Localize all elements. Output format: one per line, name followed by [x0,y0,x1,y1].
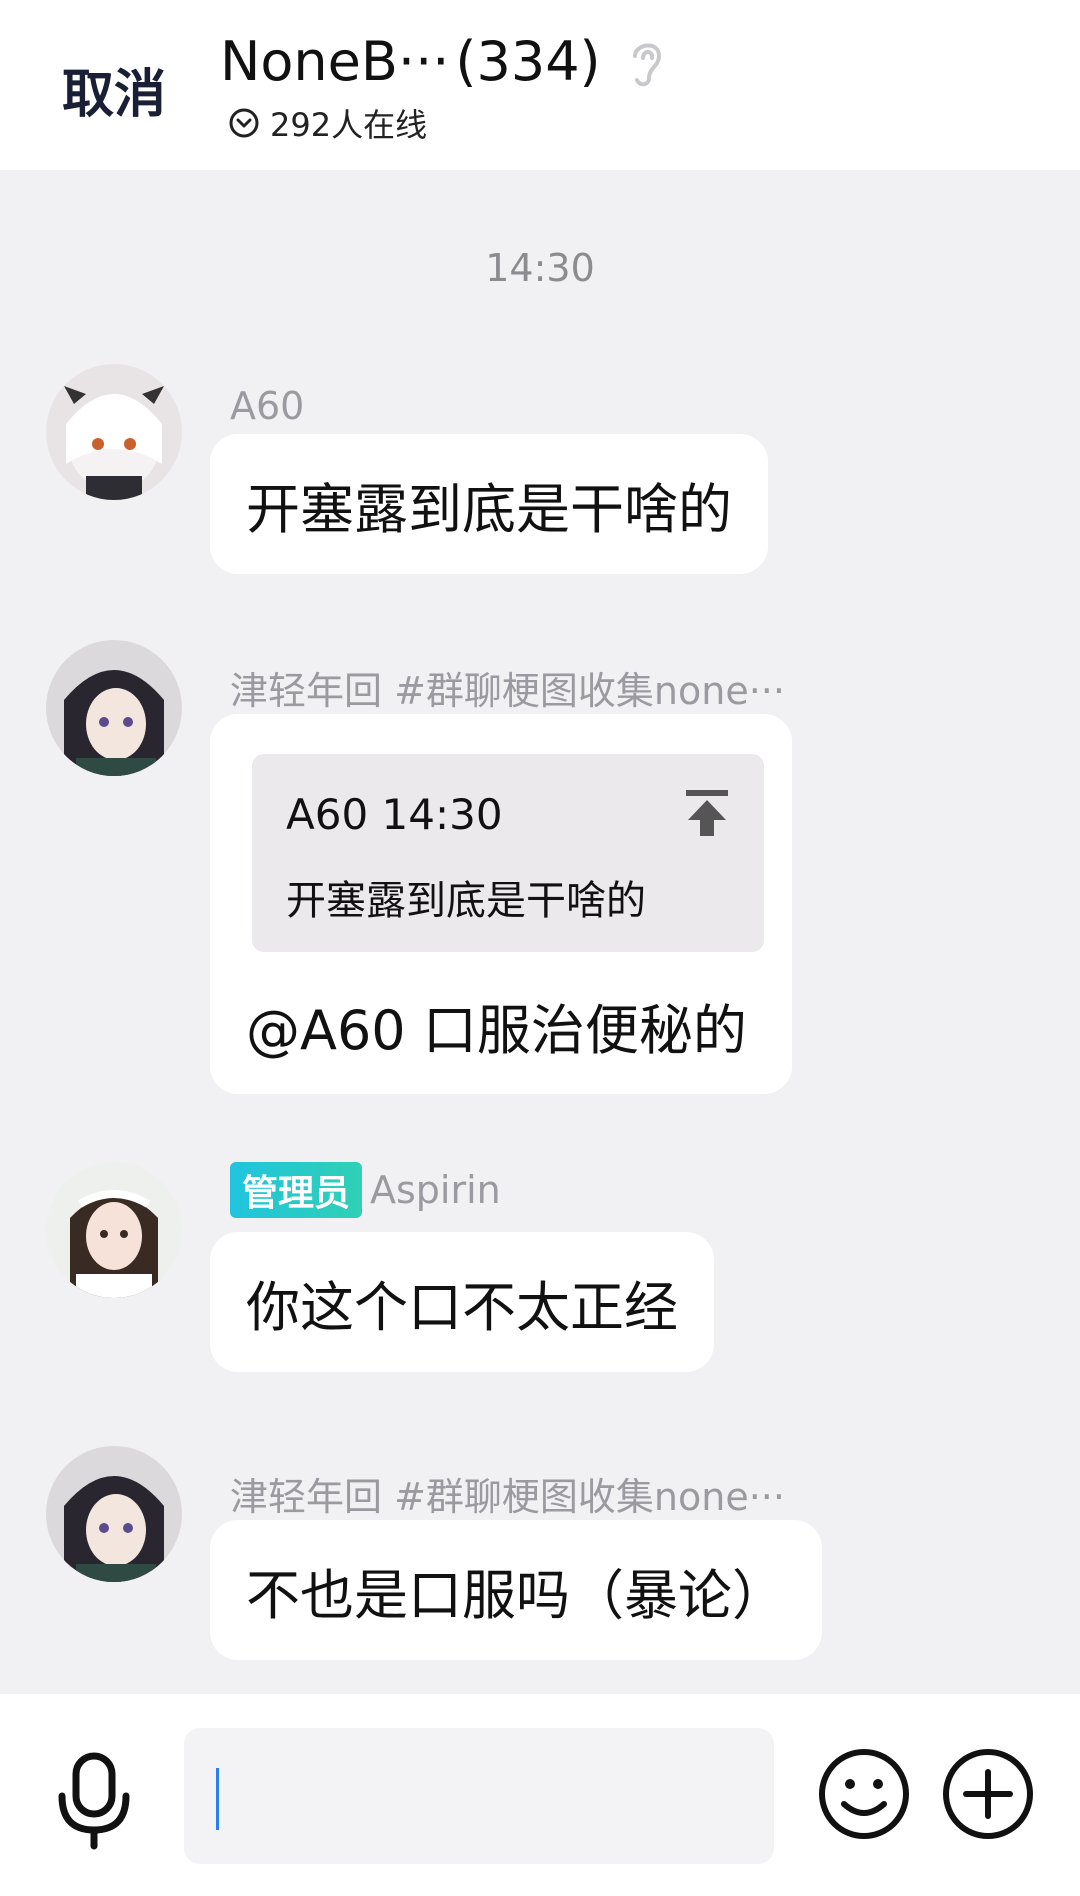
chat-screen: 取消 NoneB··· (334) 292人在线 14:30 A60 开塞露到底… [0,0,1080,1896]
chat-header: 取消 NoneB··· (334) 292人在线 [0,0,1080,170]
sender-name: 津轻年回 #群聊梗图收集none··· [230,669,785,713]
message-item: 津轻年回 #群聊梗图收集none··· A60 14:30 开塞露到底是干啥的 … [0,640,1080,1094]
message-bubble[interactable]: 你这个口不太正经 [210,1232,714,1372]
sender-name: A60 [230,384,305,428]
avatar[interactable] [46,640,182,776]
message-item: A60 开塞露到底是干啥的 [0,364,1080,624]
group-name: NoneB··· [220,30,450,93]
message-list[interactable]: 14:30 A60 开塞露到底是干啥的 津轻年回 #群聊梗图收集none··· … [0,170,1080,1694]
online-count: 292人在线 [270,106,428,144]
message-bubble[interactable]: 不也是口服吗（暴论） [210,1520,822,1660]
quote-header: A60 14:30 [286,790,503,839]
jump-to-top-icon[interactable] [684,788,730,838]
sender-name: 津轻年回 #群聊梗图收集none··· [230,1475,785,1519]
message-item: 管理员 Aspirin 你这个口不太正经 [0,1162,1080,1422]
quote-text: 开塞露到底是干啥的 [286,878,646,924]
message-text: @A60 口服治便秘的 [246,999,747,1062]
microphone-icon[interactable] [54,1752,134,1850]
member-count: (334) [455,30,601,93]
message-input[interactable] [184,1728,774,1864]
input-bar [0,1694,1080,1896]
avatar[interactable] [46,1446,182,1582]
message-bubble[interactable]: A60 14:30 开塞露到底是干啥的 @A60 口服治便秘的 [210,714,792,1094]
sender-name: 管理员 Aspirin [230,1162,501,1218]
cancel-button[interactable]: 取消 [62,52,166,127]
online-status[interactable]: 292人在线 [228,100,427,146]
text-caret [216,1768,219,1830]
quoted-message[interactable]: A60 14:30 开塞露到底是干啥的 [252,754,764,952]
plus-circle-icon[interactable] [940,1746,1036,1842]
avatar[interactable] [46,1162,182,1298]
chevron-circle-icon [229,108,259,138]
message-timestamp: 14:30 [485,246,595,290]
message-item: 津轻年回 #群聊梗图收集none··· 不也是口服吗（暴论） [0,1446,1080,1686]
group-title[interactable]: NoneB··· (334) [220,30,669,93]
admin-badge: 管理员 [230,1162,363,1218]
ear-icon [632,43,661,86]
message-bubble[interactable]: 开塞露到底是干啥的 [210,434,768,574]
smiley-icon[interactable] [816,1746,912,1842]
avatar[interactable] [46,364,182,500]
